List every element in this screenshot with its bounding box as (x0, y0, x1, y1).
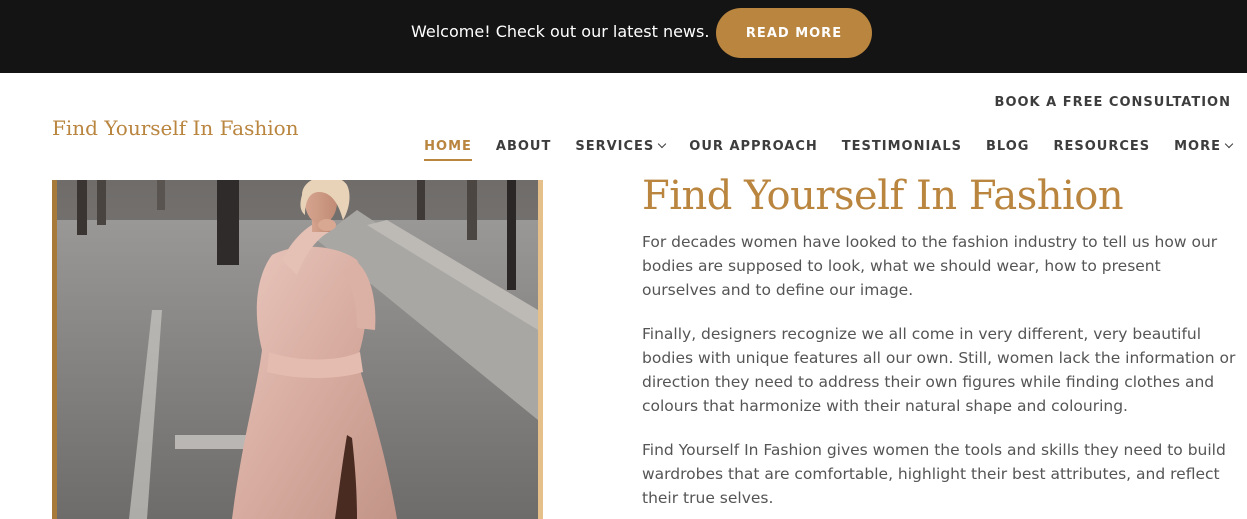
nav-item-label: SERVICES (575, 138, 655, 154)
announcement-bar: Welcome! Check out our latest news. READ… (0, 0, 1247, 73)
nav-item-label: MORE (1174, 138, 1221, 154)
hero-photo-woman-pink-dress (57, 180, 538, 519)
nav-item-label: TESTIMONIALS (841, 138, 962, 154)
book-consultation-link[interactable]: BOOK A FREE CONSULTATION (995, 95, 1231, 110)
main-nav: HOME ABOUT SERVICES OUR APPROACH TESTIMO… (424, 137, 1234, 161)
intro-paragraph-1: For decades women have looked to the fas… (642, 233, 1218, 299)
nav-item-testimonials[interactable]: TESTIMONIALS (842, 137, 962, 155)
intro-paragraph-2: Finally, designers recognize we all come… (642, 325, 1236, 415)
nav-item-label: BLOG (986, 138, 1030, 154)
nav-item-label: RESOURCES (1053, 138, 1151, 154)
read-more-button[interactable]: READ MORE (716, 8, 872, 58)
nav-item-services[interactable]: SERVICES (575, 137, 667, 155)
nav-item-our-approach[interactable]: OUR APPROACH (689, 137, 817, 155)
nav-item-label: OUR APPROACH (689, 138, 818, 154)
nav-item-about[interactable]: ABOUT (496, 137, 551, 155)
chevron-down-icon (658, 139, 667, 149)
nav-item-resources[interactable]: RESOURCES (1053, 137, 1150, 155)
site-brand-logo[interactable]: Find Yourself In Fashion (52, 115, 299, 141)
nav-item-more[interactable]: MORE (1174, 137, 1234, 155)
announcement-text: Welcome! Check out our latest news. (411, 22, 710, 41)
intro-paragraph-3: Find Yourself In Fashion gives women the… (642, 441, 1226, 507)
nav-item-blog[interactable]: BLOG (986, 137, 1029, 155)
page-title: Find Yourself In Fashion (642, 173, 1124, 219)
nav-item-label: ABOUT (495, 138, 552, 154)
hero-image-frame (52, 180, 543, 519)
nav-item-home[interactable]: HOME (424, 137, 472, 161)
chevron-down-icon (1224, 139, 1234, 149)
nav-item-label: HOME (424, 138, 472, 154)
